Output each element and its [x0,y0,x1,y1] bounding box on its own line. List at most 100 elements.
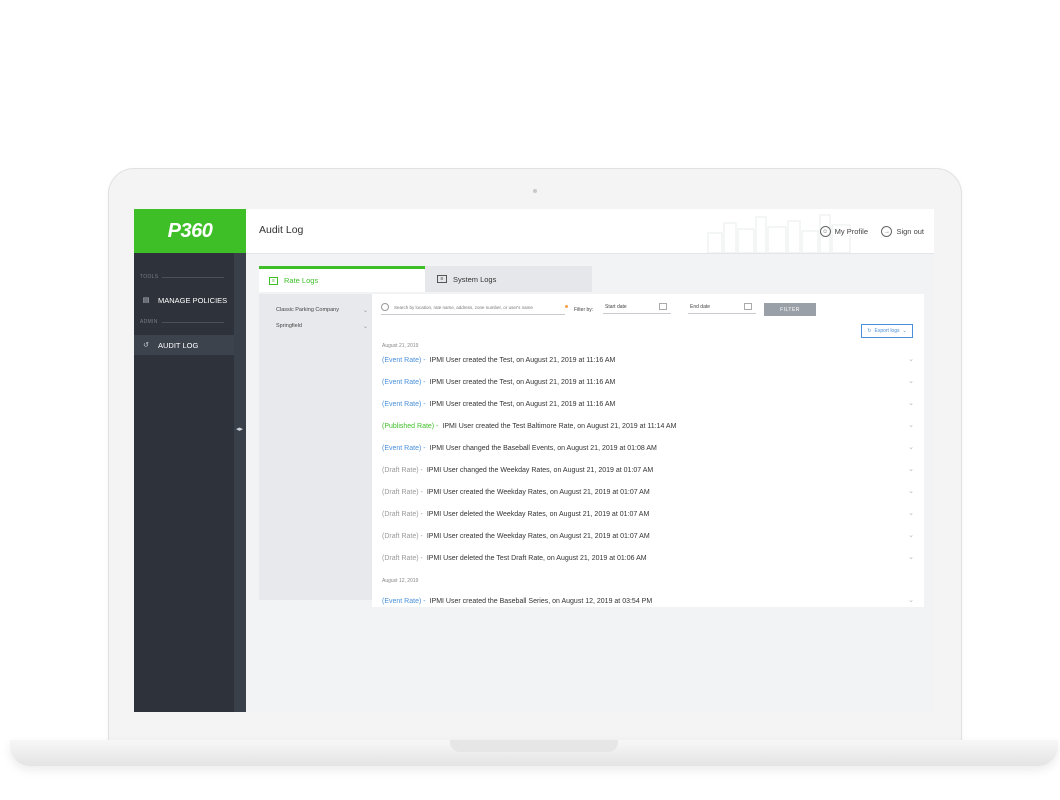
log-entry-row[interactable]: (Draft Rate) - IPMI User changed the Week… [382,464,914,476]
chevron-down-icon[interactable]: ⌄ [908,596,914,604]
filter-by-label: Filter by: [574,307,594,313]
search-icon [381,303,389,311]
log-entry-row[interactable]: (Event Rate) - IPMI User created the Test… [382,354,914,366]
chevron-down-icon[interactable]: ⌄ [908,553,914,561]
log-message: IPMI User deleted the Weekday Rates, on … [426,510,650,518]
log-message: IPMI User changed the Baseball Events, o… [429,444,657,452]
tab-system-logs[interactable]: ≡ System Logs [425,266,592,292]
calendar-icon [744,303,752,310]
log-type-label: (Draft Rate) - [382,510,423,518]
chevron-down-icon[interactable]: ⌄ [908,465,914,473]
sidebar-item-audit-log[interactable]: ↺ AUDIT LOG [134,335,234,355]
log-type-label: (Event Rate) - [382,597,426,605]
tab-label: Rate Logs [284,276,319,285]
search-indicator-icon [565,305,568,308]
log-type-label: (Draft Rate) - [382,466,423,474]
chevron-down-icon[interactable]: ⌄ [908,443,914,451]
top-bar: Audit Log ☺ My Profile → Sign out [246,209,934,254]
rate-log-icon: ≡ [269,276,278,285]
logo[interactable]: P360 [134,209,246,253]
sidebar-item-manage-policies[interactable]: ▤ MANAGE POLICIES [134,290,234,310]
log-message: IPMI User created the Baseball Series, o… [429,597,653,605]
company-name: Springfield [276,323,302,329]
log-type-label: (Published Rate) - [382,422,439,430]
divider [162,276,224,278]
chevron-down-icon: ⌄ [902,328,907,334]
log-message: IPMI User created the Test, on August 21… [429,400,616,408]
log-message: IPMI User created the Test Baltimore Rat… [442,422,677,430]
log-entry-row[interactable]: (Event Rate) - IPMI User created the Test… [382,398,914,410]
company-list: Classic Parking Company ⌄ Springfield ⌄ [259,294,372,600]
sidebar-collapse-handle[interactable]: ◂▸ [234,253,246,712]
sign-out-icon: → [881,226,893,237]
log-type-label: (Event Rate) - [382,400,426,408]
chevron-down-icon[interactable]: ⌄ [908,421,914,429]
log-entry-row[interactable]: (Draft Rate) - IPMI User deleted the Test… [382,552,914,564]
export-label: Export logs [874,328,900,334]
company-item[interactable]: Classic Parking Company ⌄ [276,307,368,314]
my-profile-link[interactable]: ☺ My Profile [819,226,868,237]
log-date-heading: August 12, 2019 [382,578,419,584]
chevron-down-icon: ⌄ [362,308,368,314]
chevron-down-icon[interactable]: ⌄ [908,377,914,385]
collapse-arrows-icon: ◂▸ [236,426,244,433]
section-admin-label: ADMIN [140,319,158,325]
sidebar: TOOLS ▤ MANAGE POLICIES ADMIN ↺ AUDIT LO… [134,253,234,712]
search-input[interactable] [394,304,564,310]
log-entry-row[interactable]: (Event Rate) - IPMI User created the Base… [382,595,914,607]
tab-label: System Logs [453,274,497,284]
main-content: ≡ Rate Logs ≡ System Logs Classic Parkin… [246,253,934,712]
end-date-field[interactable]: End date [688,300,756,314]
sidebar-section-tools: TOOLS [140,274,224,280]
page-title: Audit Log [259,224,304,236]
system-log-icon: ≡ [437,275,447,283]
company-item[interactable]: Springfield ⌄ [276,323,368,330]
sidebar-section-admin: ADMIN [140,319,224,325]
sidebar-item-label: AUDIT LOG [158,340,199,350]
log-type-label: (Event Rate) - [382,444,426,452]
camera-dot [533,189,537,193]
export-icon: ↻ [867,328,872,334]
log-message: IPMI User created the Weekday Rates, on … [426,488,650,496]
chevron-down-icon[interactable]: ⌄ [908,399,914,407]
filter-button[interactable]: FILTER [764,303,816,316]
tab-rate-logs[interactable]: ≡ Rate Logs [259,266,425,292]
log-date-heading: August 21, 2019 [382,343,419,349]
log-type-label: (Event Rate) - [382,356,426,364]
log-type-label: (Event Rate) - [382,378,426,386]
log-entry-row[interactable]: (Draft Rate) - IPMI User created the Week… [382,530,914,542]
document-icon: ▤ [142,297,150,304]
section-tools-label: TOOLS [140,274,159,280]
log-message: IPMI User deleted the Test Draft Rate, o… [426,554,647,562]
history-icon: ↺ [143,342,149,349]
chevron-down-icon[interactable]: ⌄ [908,531,914,539]
log-panel: Filter by: Start date End date FILTER ↻ … [372,294,924,607]
log-type-label: (Draft Rate) - [382,532,423,540]
chevron-down-icon[interactable]: ⌄ [908,509,914,517]
log-entry-row[interactable]: (Event Rate) - IPMI User created the Test… [382,376,914,388]
my-profile-label: My Profile [834,227,868,236]
sign-out-link[interactable]: → Sign out [881,226,924,237]
log-message: IPMI User created the Weekday Rates, on … [426,532,650,540]
divider [161,321,224,323]
end-date-label: End date [690,303,711,310]
chevron-down-icon[interactable]: ⌄ [908,355,914,363]
export-logs-button[interactable]: ↻ Export logs ⌄ [861,324,913,338]
chevron-down-icon[interactable]: ⌄ [908,487,914,495]
user-icon: ☺ [819,226,831,237]
log-entry-row[interactable]: (Draft Rate) - IPMI User deleted the Week… [382,508,914,520]
laptop-notch [450,740,618,752]
calendar-icon [659,303,667,310]
chevron-down-icon: ⌄ [362,324,368,330]
app-screen: P360 Audit Log ☺ My Profile → Sign out T… [134,209,934,712]
logo-text: P360 [167,219,213,242]
log-entry-row[interactable]: (Published Rate) - IPMI User created the … [382,420,914,432]
start-date-field[interactable]: Start date [603,300,671,314]
sign-out-label: Sign out [896,227,924,236]
log-message: IPMI User changed the Weekday Rates, on … [426,466,654,474]
log-type-label: (Draft Rate) - [382,554,423,562]
start-date-label: Start date [605,303,627,310]
log-entry-row[interactable]: (Event Rate) - IPMI User changed the Base… [382,442,914,454]
sidebar-item-label: MANAGE POLICIES [158,295,228,305]
log-entry-row[interactable]: (Draft Rate) - IPMI User created the Week… [382,486,914,498]
